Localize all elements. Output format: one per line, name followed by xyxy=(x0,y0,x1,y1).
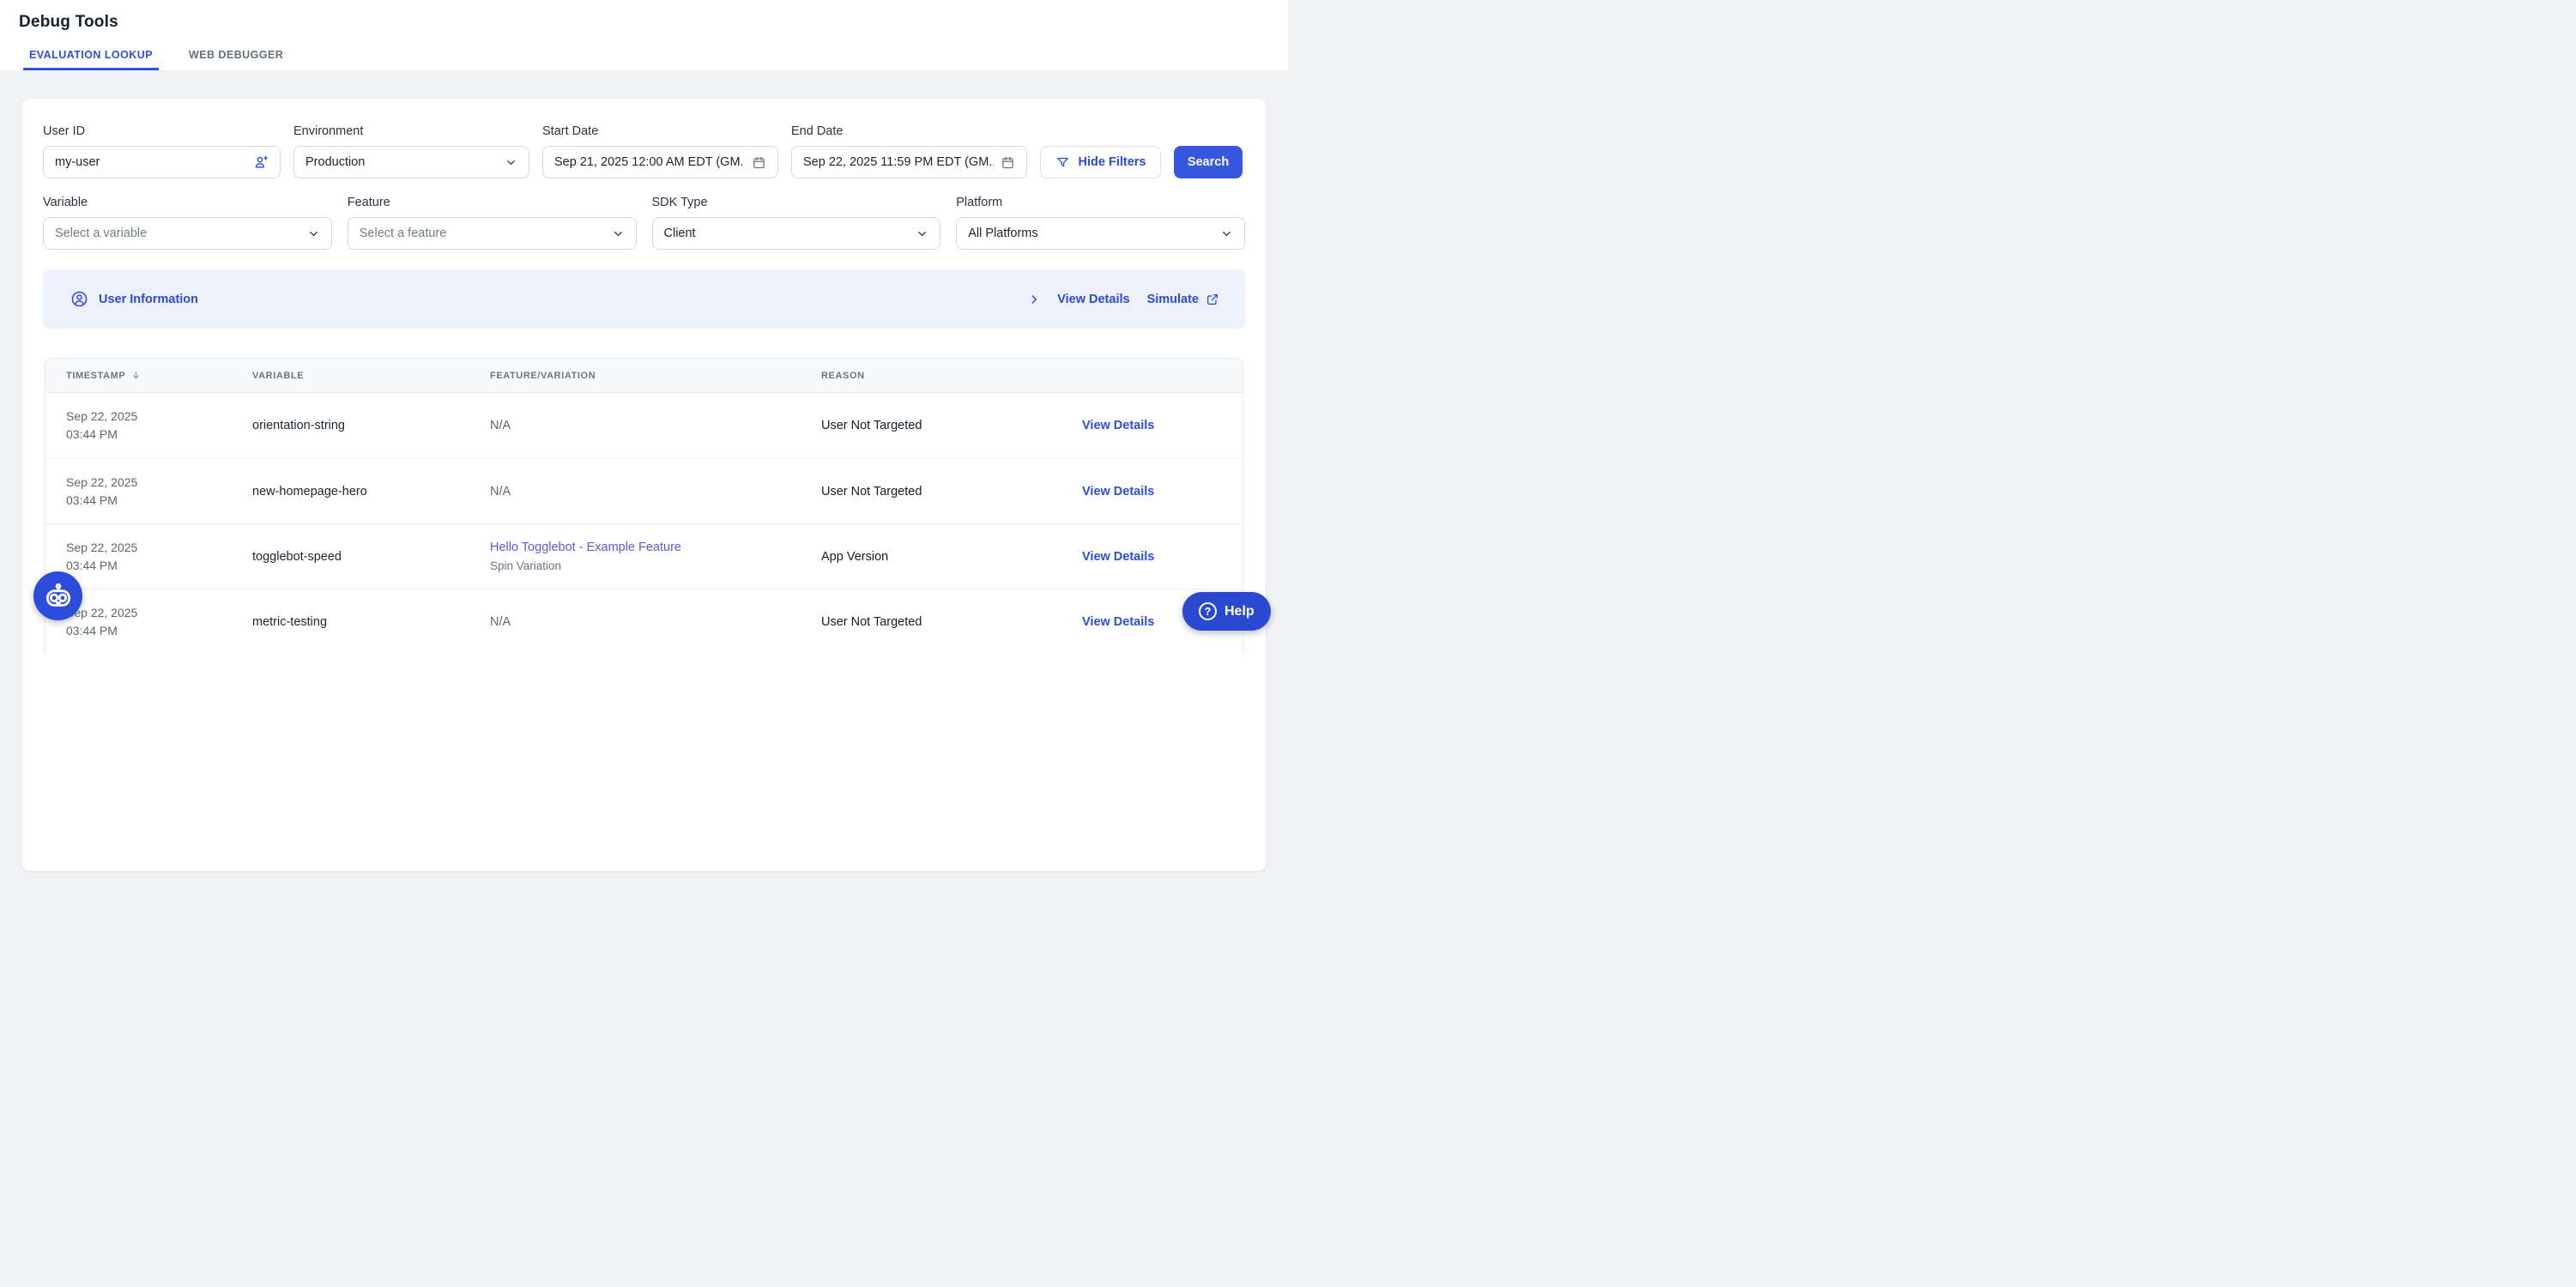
tab-evaluation-lookup[interactable]: EVALUATION LOOKUP xyxy=(23,49,159,70)
environment-group: Environment Production xyxy=(293,124,529,178)
cell-reason: App Version xyxy=(821,550,1082,564)
feature-label: Feature xyxy=(348,196,637,209)
filter-row-2: Variable Select a variable Feature Selec… xyxy=(43,196,1245,250)
table-row: Sep 22, 2025 03:44 PM metric-testing N/A… xyxy=(45,589,1243,654)
chevron-down-icon xyxy=(916,227,928,240)
sdk-type-label: SDK Type xyxy=(652,196,941,209)
person-add-icon[interactable] xyxy=(253,154,270,171)
platform-select[interactable]: All Platforms xyxy=(956,217,1245,250)
sdk-type-select[interactable]: Client xyxy=(652,217,941,250)
environment-select[interactable]: Production xyxy=(293,146,529,178)
sort-arrow-down-icon xyxy=(130,370,142,381)
feature-select[interactable]: Select a feature xyxy=(348,217,637,250)
cell-timestamp: Sep 22, 2025 03:44 PM xyxy=(66,604,252,640)
table-header-row: TIMESTAMP VARIABLE FEATURE/VARIATION REA… xyxy=(45,359,1243,393)
cell-variable: orientation-string xyxy=(252,419,490,432)
cell-reason: User Not Targeted xyxy=(821,615,1082,629)
cell-timestamp: Sep 22, 2025 03:44 PM xyxy=(66,474,252,510)
chevron-right-icon[interactable] xyxy=(1028,293,1040,305)
cell-feature-variation: N/A xyxy=(490,417,821,434)
column-header-reason[interactable]: REASON xyxy=(821,371,1082,381)
table-body: Sep 22, 2025 03:44 PM orientation-string… xyxy=(45,393,1243,654)
tab-web-debugger[interactable]: WEB DEBUGGER xyxy=(183,49,289,70)
row-view-details-link[interactable]: View Details xyxy=(1082,485,1243,498)
cell-feature-variation: N/A xyxy=(490,613,821,631)
feature-group: Feature Select a feature xyxy=(348,196,637,250)
user-id-group: User ID xyxy=(43,124,281,178)
variable-select[interactable]: Select a variable xyxy=(43,217,332,250)
results-table: TIMESTAMP VARIABLE FEATURE/VARIATION REA… xyxy=(45,358,1243,654)
cell-variation: Spin Variation xyxy=(490,558,821,575)
user-circle-icon xyxy=(70,290,88,308)
variable-group: Variable Select a variable xyxy=(43,196,332,250)
external-link-icon xyxy=(1206,293,1219,306)
row-view-details-link[interactable]: View Details xyxy=(1082,419,1243,432)
user-information-bar: User Information View Details Simulate xyxy=(43,269,1245,329)
table-row: Sep 22, 2025 03:44 PM new-homepage-hero … xyxy=(45,458,1243,523)
sdk-type-group: SDK Type Client xyxy=(652,196,941,250)
view-details-link[interactable]: View Details xyxy=(1057,293,1129,306)
chevron-down-icon xyxy=(612,227,625,240)
chevron-down-icon xyxy=(307,227,320,240)
start-date-input[interactable]: Sep 21, 2025 12:00 AM EDT (GM... xyxy=(542,146,778,178)
cell-timestamp: Sep 22, 2025 03:44 PM xyxy=(66,408,252,444)
platform-label: Platform xyxy=(956,196,1245,209)
user-information-header[interactable]: User Information xyxy=(70,290,198,308)
cell-variable: togglebot-speed xyxy=(252,550,490,564)
cell-variable: metric-testing xyxy=(252,615,490,629)
question-circle-icon: ? xyxy=(1199,602,1217,620)
calendar-icon xyxy=(1001,155,1015,170)
calendar-icon xyxy=(752,155,766,170)
cell-feature-variation: Hello Togglebot - Example Feature Spin V… xyxy=(490,539,821,575)
page-title: Debug Tools xyxy=(19,13,118,32)
cell-reason: User Not Targeted xyxy=(821,485,1082,498)
end-date-input[interactable]: Sep 22, 2025 11:59 PM EDT (GM... xyxy=(791,146,1027,178)
cell-feature-name: N/A xyxy=(490,483,821,500)
column-header-feature-variation[interactable]: FEATURE/VARIATION xyxy=(490,371,821,381)
end-date-label: End Date xyxy=(791,124,1027,138)
cell-variable: new-homepage-hero xyxy=(252,485,490,498)
cell-reason: User Not Targeted xyxy=(821,419,1082,432)
environment-label: Environment xyxy=(293,124,529,138)
help-label: Help xyxy=(1225,604,1255,619)
chevron-down-icon xyxy=(1220,227,1233,240)
column-header-variable[interactable]: VARIABLE xyxy=(252,371,490,381)
user-id-label: User ID xyxy=(43,124,281,138)
help-button[interactable]: ? Help xyxy=(1182,592,1271,631)
chevron-down-icon xyxy=(505,156,517,169)
table-row: Sep 22, 2025 03:44 PM orientation-string… xyxy=(45,393,1243,458)
filters-card: User ID Environment P xyxy=(22,99,1266,871)
end-date-group: End Date Sep 22, 2025 11:59 PM EDT (GM..… xyxy=(791,124,1027,178)
tab-bar: EVALUATION LOOKUP WEB DEBUGGER xyxy=(23,49,313,70)
top-header: Debug Tools EVALUATION LOOKUP WEB DEBUGG… xyxy=(0,0,1288,70)
start-date-group: Start Date Sep 21, 2025 12:00 AM EDT (GM… xyxy=(542,124,778,178)
search-button[interactable]: Search xyxy=(1174,146,1243,178)
platform-group: Platform All Platforms xyxy=(956,196,1245,250)
funnel-icon xyxy=(1055,155,1070,170)
cell-feature-name: Hello Togglebot - Example Feature xyxy=(490,539,821,556)
column-header-timestamp[interactable]: TIMESTAMP xyxy=(66,370,252,381)
user-information-title: User Information xyxy=(99,293,198,306)
togglebot-fab-button[interactable] xyxy=(33,571,82,620)
row-view-details-link[interactable]: View Details xyxy=(1082,550,1243,564)
cell-feature-name: N/A xyxy=(490,613,821,631)
start-date-label: Start Date xyxy=(542,124,778,138)
table-row: Sep 22, 2025 03:44 PM togglebot-speed He… xyxy=(45,523,1243,589)
filter-row-1: User ID Environment P xyxy=(43,124,1245,178)
hide-filters-button[interactable]: Hide Filters xyxy=(1040,146,1161,178)
variable-label: Variable xyxy=(43,196,332,209)
cell-feature-variation: N/A xyxy=(490,483,821,500)
togglebot-icon xyxy=(43,581,74,612)
simulate-link[interactable]: Simulate xyxy=(1147,293,1219,306)
cell-feature-name: N/A xyxy=(490,417,821,434)
cell-timestamp: Sep 22, 2025 03:44 PM xyxy=(66,539,252,575)
user-id-input[interactable] xyxy=(43,146,281,178)
